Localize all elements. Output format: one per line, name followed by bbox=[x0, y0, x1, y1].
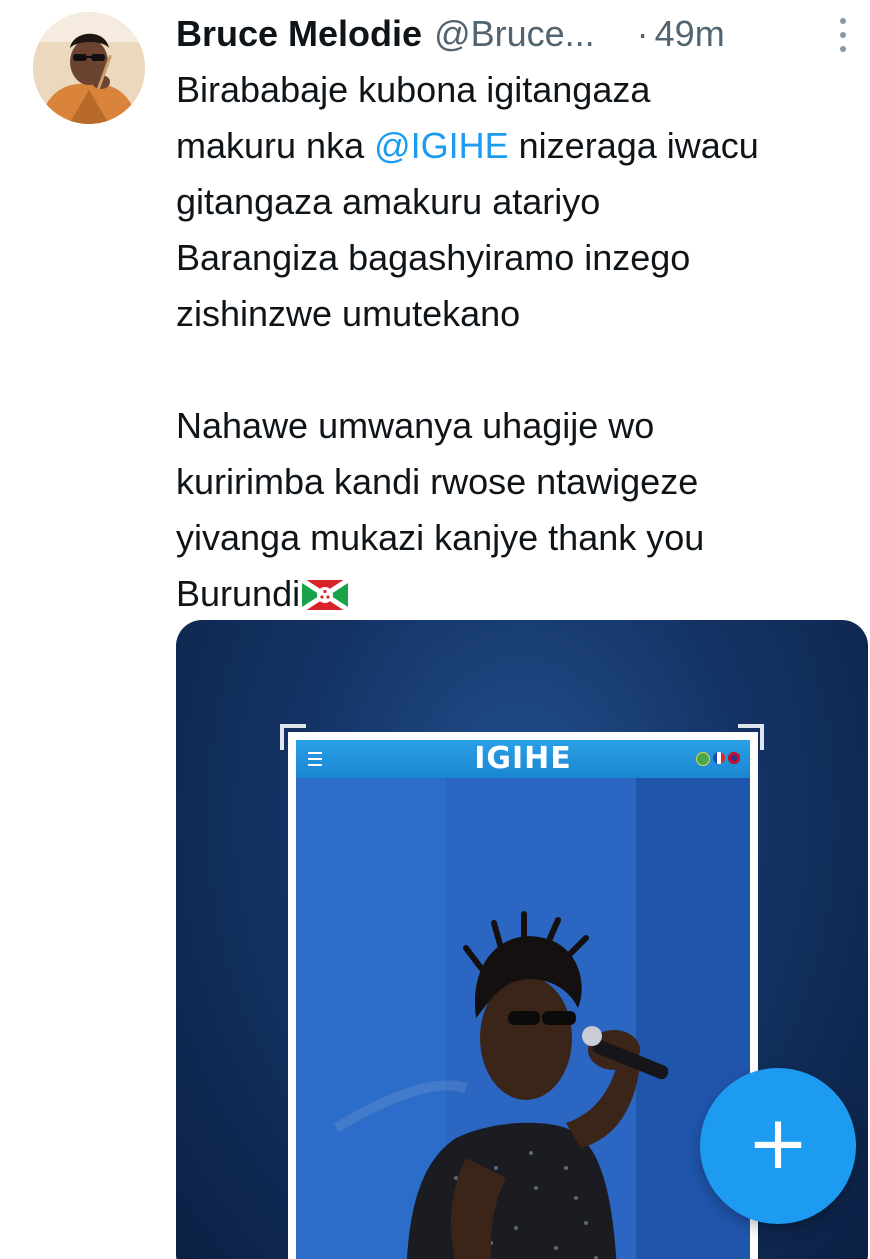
site-header: IGIHE bbox=[296, 740, 750, 778]
language-icons bbox=[696, 752, 740, 766]
more-vertical-icon[interactable] bbox=[832, 6, 856, 54]
singer-photo bbox=[296, 778, 750, 1259]
timestamp[interactable]: 49m bbox=[655, 12, 725, 56]
singer-image bbox=[296, 778, 750, 1259]
profile-photo-icon bbox=[33, 12, 145, 124]
crop-corner bbox=[738, 724, 764, 750]
french-flag-icon bbox=[713, 752, 725, 764]
tweet-paragraph-2: Nahawe umwanya uhagije wo kuririmba kand… bbox=[176, 398, 866, 622]
tweet-text-part-3: Nahawe umwanya uhagije wo kuririmba kand… bbox=[176, 405, 705, 614]
compose-plus-button[interactable]: + bbox=[700, 1068, 856, 1224]
uk-flag-icon bbox=[728, 752, 740, 764]
crop-corner bbox=[280, 724, 306, 750]
burundi-flag-icon bbox=[302, 580, 349, 610]
mention-link[interactable]: @IGIHE bbox=[374, 125, 509, 166]
display-name[interactable]: Bruce Melodie bbox=[176, 12, 422, 56]
avatar[interactable] bbox=[33, 12, 145, 124]
tweet[interactable]: Bruce Melodie @Bruce... · 49m Birababaje… bbox=[0, 0, 870, 1259]
tweet-paragraph-1: Birababaje kubona igitangaza makuru nka … bbox=[176, 62, 866, 342]
kinyarwanda-flag-icon bbox=[696, 752, 710, 766]
site-logo: IGIHE bbox=[474, 741, 572, 776]
tweet-header: Bruce Melodie @Bruce... · 49m bbox=[176, 10, 850, 58]
user-handle[interactable]: @Bruce... bbox=[434, 12, 595, 56]
article-screenshot: IGIHE bbox=[288, 732, 758, 1259]
tweet-text: Birababaje kubona igitangaza makuru nka … bbox=[176, 62, 866, 622]
separator-dot: · bbox=[636, 13, 649, 54]
